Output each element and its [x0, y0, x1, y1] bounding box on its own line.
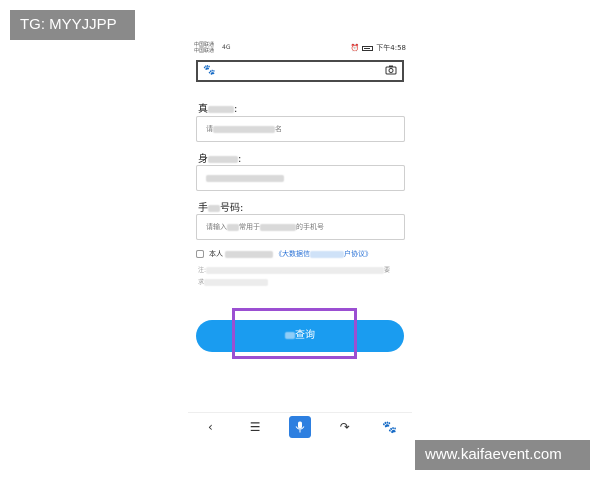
mic-icon: [295, 421, 305, 432]
redacted-text: [225, 250, 273, 258]
paw-icon: 🐾: [203, 65, 216, 76]
redacted-text: [213, 125, 275, 133]
notice-text: 注: 要 求: [198, 265, 403, 289]
carrier-line-2: 中国联通: [194, 48, 215, 54]
telegram-watermark: TG: MYYJJPP: [10, 10, 135, 40]
status-bar: 中国联通 中国联通 4G ⏰ 下午4:58: [188, 40, 412, 56]
battery-icon: [362, 45, 374, 51]
signal-indicator: 4G: [222, 44, 231, 51]
back-button[interactable]: ‹: [199, 416, 221, 438]
phone-input[interactable]: 请输入 常用于 的手机号: [196, 214, 405, 240]
agreement-row: 本人 《大数据信 户协议》: [196, 248, 406, 260]
notice-line-2: 求: [198, 277, 403, 289]
agreement-link[interactable]: 《大数据信 户协议》: [275, 249, 372, 259]
menu-button[interactable]: ☰: [244, 416, 266, 438]
redacted-text: [206, 174, 284, 182]
alarm-icon: ⏰: [350, 44, 360, 52]
redacted-text: [208, 155, 238, 163]
id-number-input[interactable]: [196, 165, 405, 191]
share-button[interactable]: ↷: [334, 416, 356, 438]
highlight-annotation-box: [232, 308, 357, 359]
screenshot-stage: TG: MYYJJPP 中国联通 中国联通 4G ⏰ 下午4:58 🐾 真: …: [0, 0, 600, 480]
phone-screen: 中国联通 中国联通 4G ⏰ 下午4:58 🐾 真: 请名 身: 手 号码: …: [188, 36, 412, 444]
bottom-nav: ‹ ☰ ↷ 🐾: [188, 412, 412, 440]
camera-icon[interactable]: [385, 64, 397, 76]
agreement-prefix: 本人: [209, 250, 223, 258]
name-input[interactable]: 请名: [196, 116, 405, 142]
website-watermark: www.kaifaevent.com: [415, 440, 590, 470]
baidu-paw-button[interactable]: 🐾: [379, 416, 401, 438]
redacted-text: [204, 279, 269, 286]
redacted-text: [227, 223, 239, 231]
notice-line-1: 注: 要: [198, 267, 391, 274]
mic-button[interactable]: [288, 415, 311, 438]
agreement-checkbox[interactable]: [196, 250, 204, 258]
id-number-label: 身:: [198, 154, 242, 165]
redacted-text: [208, 204, 220, 212]
redacted-text: [260, 223, 296, 231]
name-label: 真:: [198, 104, 238, 115]
search-bar[interactable]: 🐾: [196, 60, 404, 82]
carrier-labels: 中国联通 中国联通: [194, 42, 214, 54]
redacted-text: [206, 267, 385, 274]
clock: 下午4:58: [376, 44, 406, 52]
redacted-text: [310, 250, 344, 258]
phone-label: 手号码:: [198, 203, 244, 214]
status-right: ⏰ 下午4:58: [351, 43, 406, 53]
redacted-text: [208, 105, 234, 113]
